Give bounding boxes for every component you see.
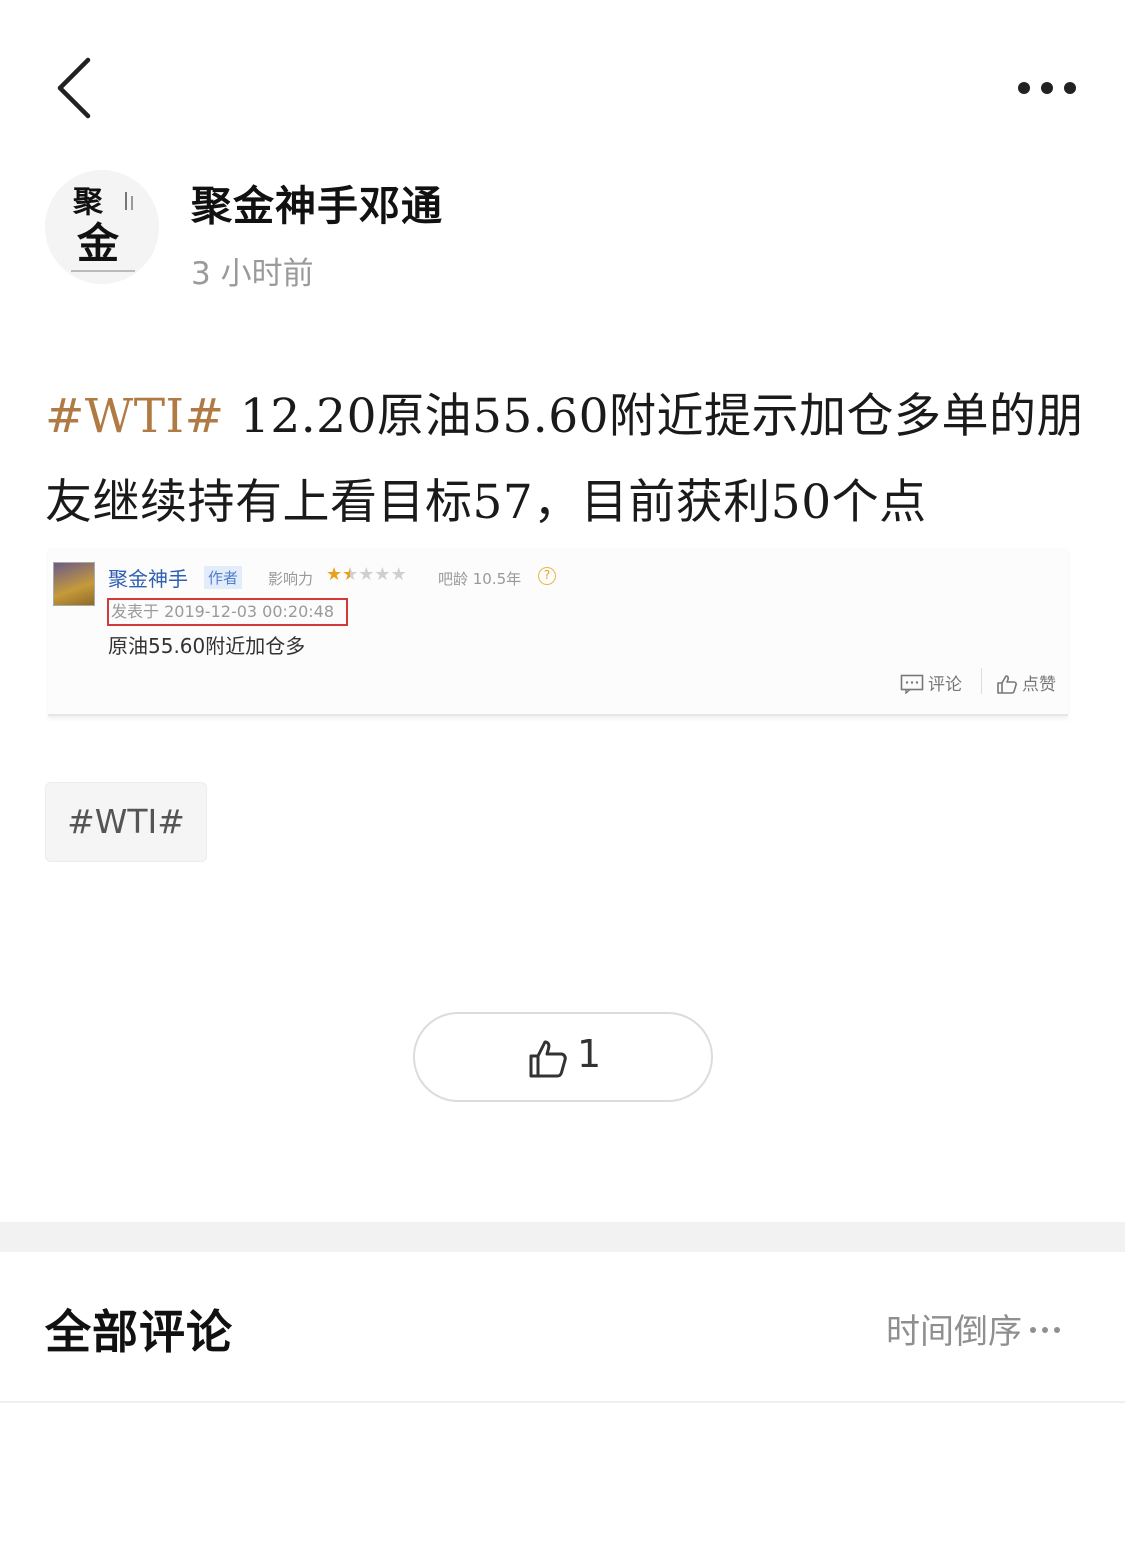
post-time: 3 小时前 xyxy=(191,256,314,292)
like-button[interactable]: 1 xyxy=(413,1012,713,1102)
help-icon: ? xyxy=(538,567,556,585)
screenshot-rating-stars: ★★★★★ xyxy=(326,564,407,585)
comments-divider xyxy=(0,1401,1125,1403)
topic-link[interactable]: #WTI# xyxy=(45,389,224,444)
back-button[interactable] xyxy=(48,52,108,124)
screenshot-comment-label: 评论 xyxy=(928,675,962,695)
screenshot-post-date: 发表于 2019-12-03 00:20:48 xyxy=(107,598,348,626)
screenshot-username: 聚金神手 xyxy=(108,567,188,591)
screenshot-content: 原油55.60附近加仓多 xyxy=(108,634,306,658)
more-dots-icon xyxy=(1030,1302,1066,1342)
thumbs-up-icon xyxy=(529,1040,567,1078)
screenshot-like-label: 点赞 xyxy=(1022,675,1056,695)
screenshot-account-age: 吧龄 10.5年 xyxy=(438,570,522,588)
screenshot-like: 点赞 xyxy=(996,670,1056,695)
avatar-logo-icon: 聚 金 xyxy=(45,170,159,284)
comments-title: 全部评论 xyxy=(45,1305,233,1359)
topic-chip[interactable]: #WTI# xyxy=(45,782,207,862)
like-count: 1 xyxy=(577,1032,602,1076)
more-horizontal-icon xyxy=(1018,82,1076,94)
svg-text:聚: 聚 xyxy=(72,185,104,220)
screenshot-avatar xyxy=(53,562,95,606)
screenshot-comment: 评论 xyxy=(900,670,962,695)
screenshot-divider xyxy=(981,668,982,694)
sort-order-button[interactable]: 时间倒序 xyxy=(886,1302,1066,1353)
screenshot-author-badge: 作者 xyxy=(204,566,243,589)
more-button[interactable] xyxy=(1010,70,1084,106)
svg-text:金: 金 xyxy=(76,219,120,268)
post-image[interactable]: 聚金神手 作者 影响力 ★★★★★ 吧龄 10.5年 ? 发表于 2019-12… xyxy=(48,548,1068,716)
post-text: #WTI# 12.20原油55.60附近提示加仓多单的朋友继续持有上看目标57，… xyxy=(45,374,1085,546)
thumbs-up-small-icon xyxy=(997,675,1017,694)
screenshot-influence-label: 影响力 xyxy=(268,570,314,588)
author-name[interactable]: 聚金神手邓通 xyxy=(191,172,443,232)
comment-icon xyxy=(900,674,924,695)
author-header: 聚 金 聚金神手邓通 3 小时前 xyxy=(45,170,745,292)
sort-order-label: 时间倒序 xyxy=(886,1312,1022,1352)
chevron-left-icon xyxy=(57,57,91,119)
top-bar xyxy=(0,0,1125,150)
section-divider xyxy=(0,1222,1125,1252)
avatar[interactable]: 聚 金 xyxy=(45,170,159,284)
